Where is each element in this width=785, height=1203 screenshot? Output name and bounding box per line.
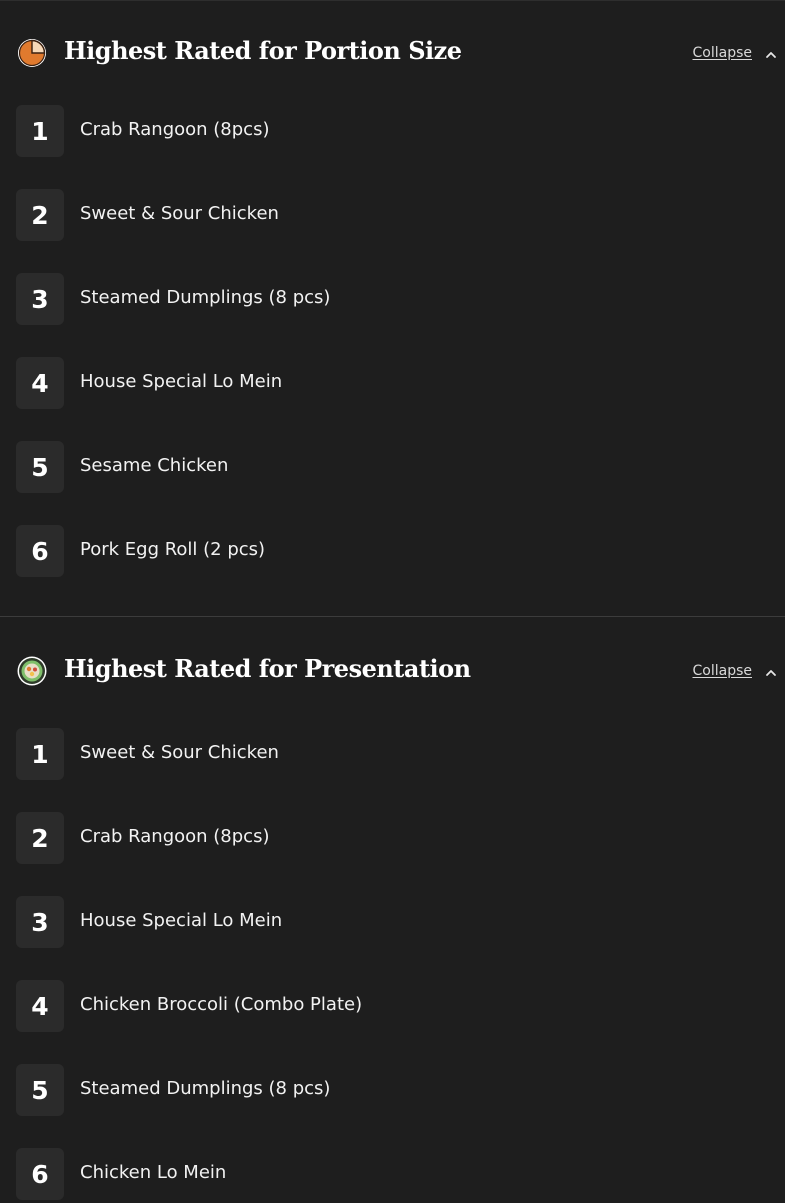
collapse-link[interactable]: Collapse <box>693 45 753 61</box>
item-name[interactable]: Sweet & Sour Chicken <box>80 742 279 763</box>
item-name[interactable]: Sesame Chicken <box>80 455 228 476</box>
rank-badge: 4 <box>16 357 64 409</box>
section-header: Highest Rated for Presentation Collapse <box>0 617 785 728</box>
pie-chart-icon <box>18 39 46 67</box>
rank-list: 1 Crab Rangoon (8pcs) 2 Sweet & Sour Chi… <box>0 105 785 616</box>
list-item[interactable]: 5 Sesame Chicken <box>0 441 785 525</box>
rank-badge: 1 <box>16 728 64 780</box>
rank-badge: 5 <box>16 441 64 493</box>
item-name[interactable]: Crab Rangoon (8pcs) <box>80 119 269 140</box>
list-item[interactable]: 1 Sweet & Sour Chicken <box>0 728 785 812</box>
rank-badge: 2 <box>16 812 64 864</box>
list-item[interactable]: 3 Steamed Dumplings (8 pcs) <box>0 273 785 357</box>
item-name[interactable]: Crab Rangoon (8pcs) <box>80 826 269 847</box>
list-item[interactable]: 5 Steamed Dumplings (8 pcs) <box>0 1064 785 1148</box>
item-name[interactable]: Pork Egg Roll (2 pcs) <box>80 539 265 560</box>
section-title: Highest Rated for Portion Size <box>64 36 462 65</box>
rank-badge: 5 <box>16 1064 64 1116</box>
rankings-page: Highest Rated for Portion Size Collapse … <box>0 0 785 1203</box>
chevron-up-icon[interactable] <box>765 667 777 679</box>
list-item[interactable]: 1 Crab Rangoon (8pcs) <box>0 105 785 189</box>
rank-badge: 3 <box>16 896 64 948</box>
item-name[interactable]: House Special Lo Mein <box>80 910 282 931</box>
list-item[interactable]: 4 Chicken Broccoli (Combo Plate) <box>0 980 785 1064</box>
section-header: Highest Rated for Portion Size Collapse <box>0 1 785 105</box>
collapse-link[interactable]: Collapse <box>693 663 753 679</box>
item-name[interactable]: Steamed Dumplings (8 pcs) <box>80 287 330 308</box>
rank-badge: 3 <box>16 273 64 325</box>
list-item[interactable]: 6 Pork Egg Roll (2 pcs) <box>0 525 785 616</box>
list-item[interactable]: 6 Chicken Lo Mein <box>0 1148 785 1203</box>
rank-badge: 1 <box>16 105 64 157</box>
item-name[interactable]: Sweet & Sour Chicken <box>80 203 279 224</box>
portion-size-section: Highest Rated for Portion Size Collapse … <box>0 1 785 616</box>
list-item[interactable]: 2 Sweet & Sour Chicken <box>0 189 785 273</box>
rank-badge: 4 <box>16 980 64 1032</box>
item-name[interactable]: Chicken Broccoli (Combo Plate) <box>80 994 362 1015</box>
item-name[interactable]: House Special Lo Mein <box>80 371 282 392</box>
presentation-section: Highest Rated for Presentation Collapse … <box>0 617 785 1203</box>
item-name[interactable]: Steamed Dumplings (8 pcs) <box>80 1078 330 1099</box>
rank-badge: 6 <box>16 525 64 577</box>
list-item[interactable]: 4 House Special Lo Mein <box>0 357 785 441</box>
rank-list: 1 Sweet & Sour Chicken 2 Crab Rangoon (8… <box>0 728 785 1203</box>
item-name[interactable]: Chicken Lo Mein <box>80 1162 226 1183</box>
list-item[interactable]: 2 Crab Rangoon (8pcs) <box>0 812 785 896</box>
plated-dish-icon <box>17 656 47 686</box>
chevron-up-icon[interactable] <box>765 49 777 61</box>
section-title: Highest Rated for Presentation <box>64 654 471 683</box>
rank-badge: 6 <box>16 1148 64 1200</box>
rank-badge: 2 <box>16 189 64 241</box>
list-item[interactable]: 3 House Special Lo Mein <box>0 896 785 980</box>
